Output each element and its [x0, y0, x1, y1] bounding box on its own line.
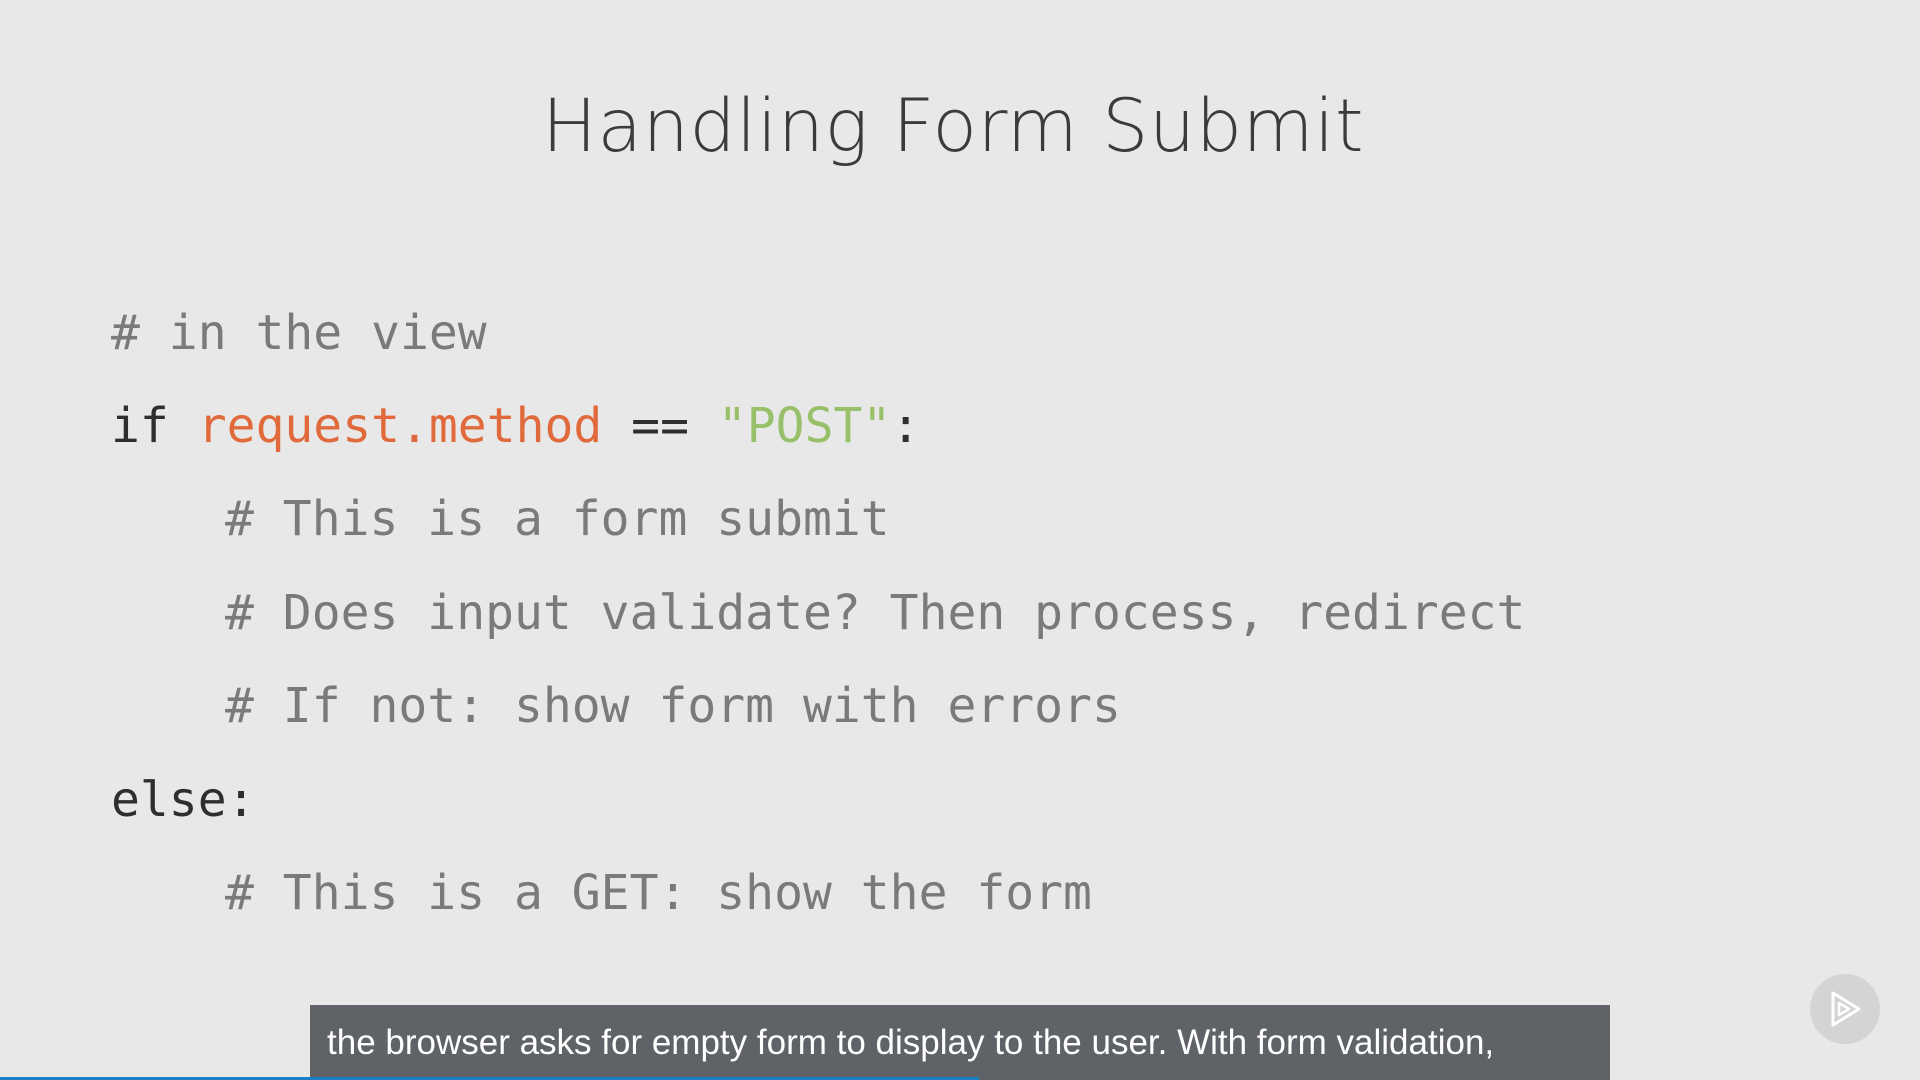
string-post: "POST" — [717, 398, 892, 454]
slide-title: Handling Form Submit — [541, 84, 1365, 169]
attribute-request-method: request.method — [197, 398, 603, 454]
play-icon — [1831, 991, 1861, 1027]
play-button[interactable] — [1810, 974, 1880, 1044]
keyword-if: if — [111, 398, 198, 454]
code-line-comment-validate: # Does input validate? Then process, red… — [225, 585, 1526, 641]
slide: Handling Form Submit # in the view if re… — [0, 0, 1920, 1080]
code-line-comment-submit: # This is a form submit — [225, 491, 890, 547]
subtitle-caption: the browser asks for empty form to displ… — [310, 1005, 1610, 1080]
code-block: # in the view if request.method == "POST… — [111, 0, 1525, 921]
code-line-comment-view: # in the view — [111, 305, 487, 361]
code-line-if: if request.method == "POST": — [111, 396, 920, 456]
code-line-else: else: — [111, 772, 256, 828]
operator-equals: == — [602, 398, 718, 454]
colon: : — [891, 398, 921, 454]
code-line-comment-get: # This is a GET: show the form — [225, 865, 1092, 921]
code-line-comment-errors: # If not: show form with errors — [225, 678, 1121, 734]
